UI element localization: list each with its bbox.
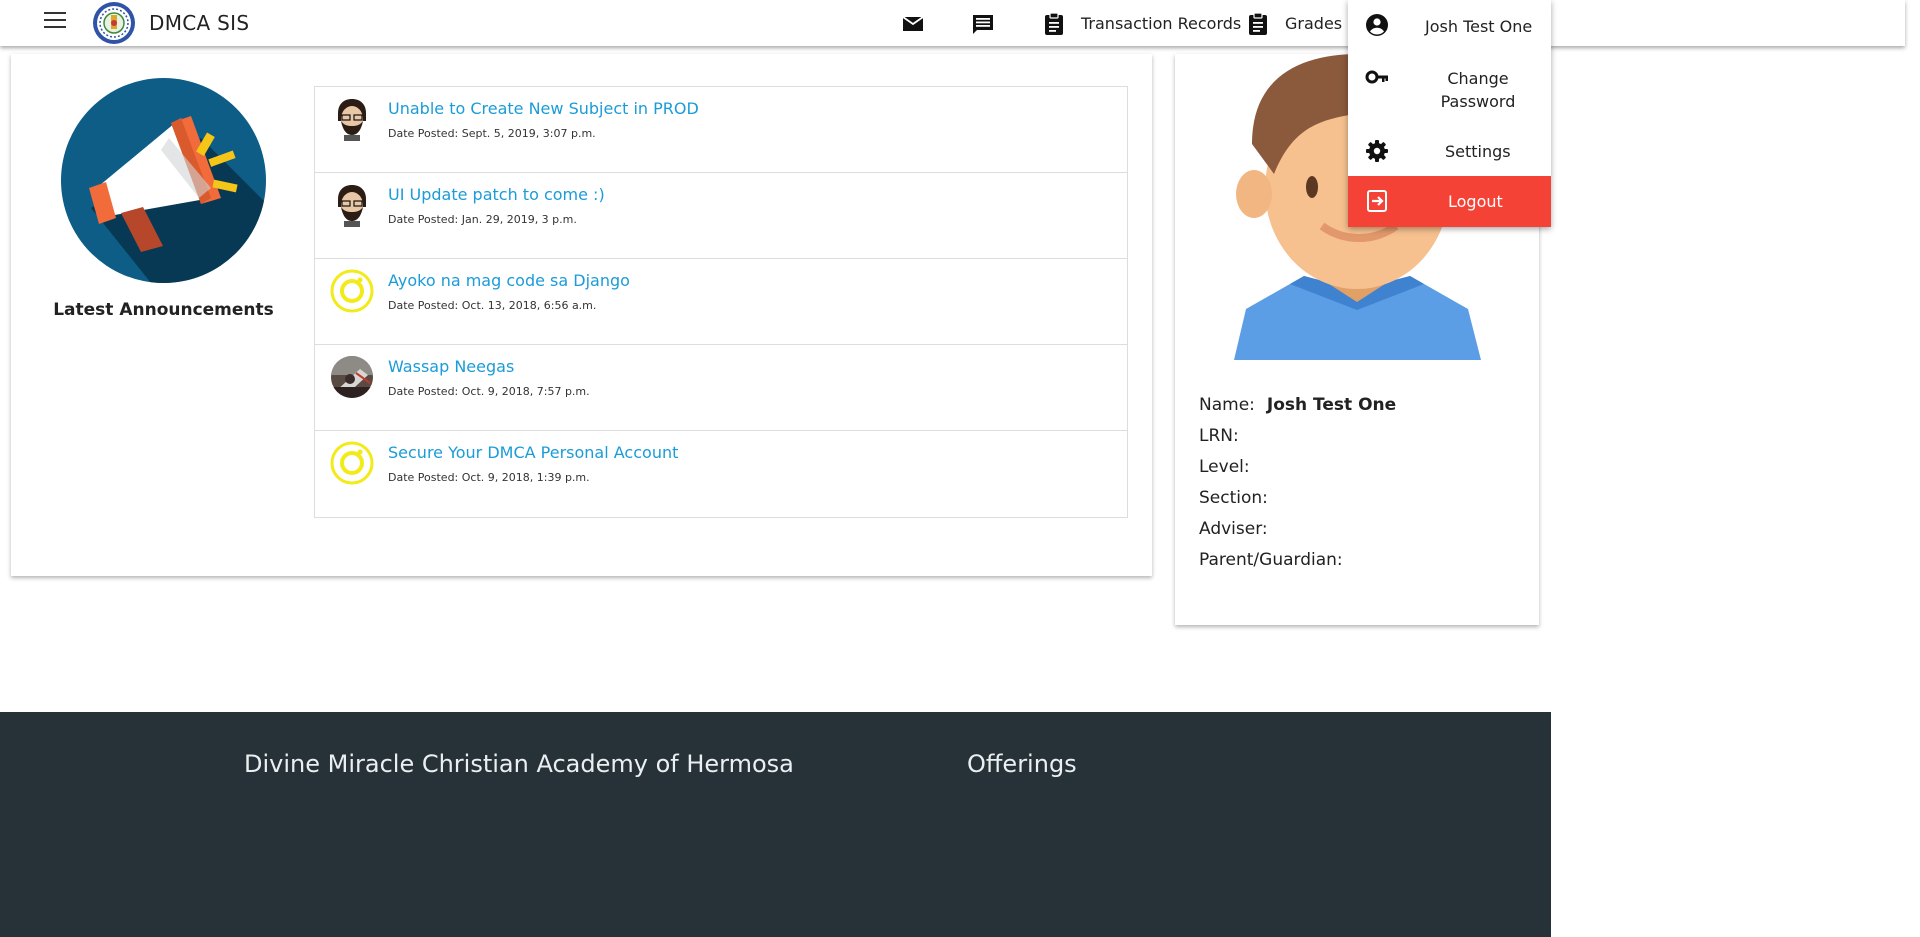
app-brand[interactable]: DMCA SIS (149, 11, 249, 35)
bearded-man-avatar (338, 185, 366, 227)
announcement-item[interactable]: UI Update patch to come :) Date Posted: … (315, 173, 1127, 259)
announcement-date: Date Posted: Oct. 9, 2018, 7:57 p.m. (388, 385, 590, 398)
bearded-man-avatar (338, 99, 366, 141)
name-value: Josh Test One (1266, 395, 1397, 415)
hamburger-menu-icon[interactable] (44, 12, 66, 32)
announcement-item[interactable]: Wassap Neegas Date Posted: Oct. 9, 2018,… (315, 345, 1127, 431)
clipboard-icon[interactable] (1042, 12, 1066, 36)
gear-icon (1366, 140, 1388, 162)
section-label: Section: (1199, 488, 1268, 508)
announcements-heading: Latest Announcements (53, 300, 274, 320)
clipboard-icon[interactable] (1246, 12, 1270, 36)
page-footer: Divine Miracle Christian Academy of Herm… (0, 712, 1551, 937)
logout-icon (1367, 190, 1387, 212)
lrn-label: LRN: (1199, 426, 1239, 446)
footer-offerings-heading: Offerings (967, 750, 1077, 778)
announcement-title[interactable]: Ayoko na mag code sa Django (388, 271, 630, 290)
announcements-list: Unable to Create New Subject in PROD Dat… (314, 86, 1128, 518)
name-label: Name: (1199, 395, 1255, 415)
logout-button[interactable]: Logout (1348, 176, 1551, 227)
user-profile-item[interactable]: Josh Test One (1348, 0, 1551, 52)
profile-name-row: Name: Josh Test One (1199, 395, 1396, 415)
school-logo[interactable] (92, 1, 136, 45)
adviser-label: Adviser: (1199, 519, 1268, 539)
footer-school-name: Divine Miracle Christian Academy of Herm… (244, 750, 794, 778)
settings-item[interactable]: Settings (1348, 128, 1551, 176)
key-icon (1365, 70, 1388, 84)
settings-label: Settings (1445, 142, 1511, 161)
level-label: Level: (1199, 457, 1250, 477)
change-password-label: Change Password (1440, 69, 1516, 111)
announcement-date: Date Posted: Jan. 29, 2019, 3 p.m. (388, 213, 577, 226)
megaphone-icon (61, 78, 266, 283)
announcement-date: Date Posted: Sept. 5, 2019, 3:07 p.m. (388, 127, 596, 140)
announcement-item[interactable]: Ayoko na mag code sa Django Date Posted:… (315, 259, 1127, 345)
announcement-item[interactable]: Unable to Create New Subject in PROD Dat… (315, 87, 1127, 173)
announcement-title[interactable]: Secure Your DMCA Personal Account (388, 443, 678, 462)
announcement-item[interactable]: Secure Your DMCA Personal Account Date P… (315, 431, 1127, 517)
nav-transaction-records[interactable]: Transaction Records (1081, 14, 1241, 33)
yellow-ring-avatar (330, 269, 374, 313)
mail-icon[interactable] (901, 12, 925, 36)
message-icon[interactable] (971, 12, 995, 36)
nav-grades[interactable]: Grades (1285, 14, 1342, 33)
announcement-title[interactable]: Unable to Create New Subject in PROD (388, 99, 699, 118)
yellow-ring-avatar (330, 441, 374, 485)
announcement-date: Date Posted: Oct. 13, 2018, 6:56 a.m. (388, 299, 597, 312)
photo-avatar (331, 356, 373, 398)
account-circle-icon (1366, 14, 1388, 36)
logout-label: Logout (1448, 192, 1503, 211)
announcement-title[interactable]: Wassap Neegas (388, 357, 514, 376)
change-password-item[interactable]: Change Password (1348, 52, 1551, 128)
announcement-title[interactable]: UI Update patch to come :) (388, 185, 605, 204)
announcements-card: Latest Announcements Unable to Create Ne… (11, 54, 1152, 576)
parent-guardian-label: Parent/Guardian: (1199, 550, 1343, 570)
top-navbar: DMCA SIS Transaction Records Grades (0, 0, 1905, 46)
user-dropdown-menu: Josh Test One Change Password Settings L… (1348, 0, 1551, 227)
user-name: Josh Test One (1425, 17, 1533, 36)
announcement-date: Date Posted: Oct. 9, 2018, 1:39 p.m. (388, 471, 590, 484)
